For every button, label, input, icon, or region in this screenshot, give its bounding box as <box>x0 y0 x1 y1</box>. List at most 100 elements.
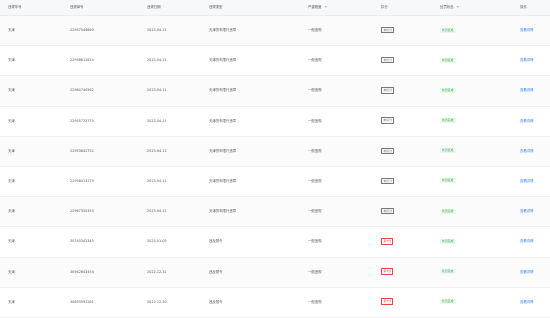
cell-status: 处罚完成 <box>440 288 456 317</box>
cell-date: 2023-04-11 <box>147 209 167 214</box>
view-details-link[interactable]: 查看详情 <box>520 179 534 183</box>
cell-status: 处罚完成 <box>440 46 456 75</box>
cell-type: 天津货车限行违章 <box>209 88 237 93</box>
cell-status: 处罚完成 <box>440 227 456 256</box>
cell-date: 2023-04-11 <box>147 118 167 123</box>
cell-plate: 天津 <box>8 209 15 214</box>
cell-severity: 一般违规 <box>308 299 322 304</box>
cell-severity: 一般违规 <box>308 269 322 274</box>
cell-type: 违反禁令 <box>209 239 223 244</box>
cell-action: 查看详情 <box>520 197 534 226</box>
cell-type: 天津货车限行违章 <box>209 28 237 32</box>
view-details-link[interactable]: 查看详情 <box>520 209 534 213</box>
cell-date: 2023-04-11 <box>147 88 167 93</box>
table-row: 天津 22953842752 2023-04-11 天津货车限行违章 一般违规 未扣分 处罚… <box>0 136 550 167</box>
cell-action: 查看详情 <box>520 46 534 75</box>
view-details-link[interactable]: 查看详情 <box>520 149 534 153</box>
cell-plate: 天津 <box>8 299 15 304</box>
cell-status: 处罚完成 <box>440 16 456 45</box>
points-tag: 未扣分 <box>381 56 395 64</box>
cell-points: 未扣分 <box>381 76 395 105</box>
status-badge: 处罚完成 <box>440 57 456 63</box>
cell-number: 22958612814 <box>70 58 94 63</box>
cell-action: 查看详情 <box>520 107 534 136</box>
cell-plate: 天津 <box>8 28 15 32</box>
cell-action: 查看详情 <box>520 137 534 166</box>
cell-severity: 一般违规 <box>308 209 322 214</box>
status-badge: 处罚完成 <box>440 148 456 154</box>
cell-number: 30740342345 <box>70 239 94 244</box>
cell-date: 2023-04-11 <box>147 58 167 63</box>
cell-type: 天津货车限行违章 <box>209 209 237 214</box>
cell-status: 处罚完成 <box>440 197 456 226</box>
cell-type: 天津货车限行违章 <box>209 118 237 123</box>
table-body: 天津 22957544660 2023-04-11 天津货车限行违章 一般违规 未扣分 处罚… <box>0 16 550 318</box>
table-row: 天津 30893592261 2022-12-30 违反禁令 一般违规 扣3分 处罚完成 查看… <box>0 288 550 318</box>
header-action: 操作 <box>520 5 527 9</box>
status-badge: 处罚完成 <box>440 178 456 184</box>
table-row: 天津 30740342345 2023-01-05 违反禁令 一般违规 扣3分 处罚完成 查看… <box>0 227 550 258</box>
cell-status: 处罚完成 <box>440 107 456 136</box>
filter-icon[interactable] <box>324 6 327 8</box>
cell-plate: 天津 <box>8 88 15 93</box>
cell-points: 未扣分 <box>381 197 395 226</box>
cell-date: 2023-04-11 <box>147 178 167 183</box>
view-details-link[interactable]: 查看详情 <box>520 239 534 243</box>
status-badge: 处罚完成 <box>440 269 456 274</box>
cell-date: 2023-01-05 <box>147 239 167 244</box>
cell-points: 扣3分 <box>381 227 394 256</box>
table-header: 违规车号 违规单号 违规日期 违规类型 严重程度 扣分 处罚状态 操作 <box>0 0 550 16</box>
cell-severity: 一般违规 <box>308 118 322 123</box>
view-details-link[interactable]: 查看详情 <box>520 58 534 62</box>
cell-severity: 一般违规 <box>308 58 322 63</box>
cell-plate: 天津 <box>8 118 15 123</box>
cell-points: 未扣分 <box>381 46 395 75</box>
cell-date: 2022-12-30 <box>147 299 167 304</box>
cell-severity: 一般违规 <box>308 148 322 153</box>
status-badge: 处罚完成 <box>440 87 456 93</box>
cell-number: 22967355353 <box>70 209 94 214</box>
cell-plate: 天津 <box>8 269 15 274</box>
cell-points: 未扣分 <box>381 107 395 136</box>
header-status[interactable]: 处罚状态 <box>440 0 459 15</box>
header-severity-label: 严重程度 <box>308 5 322 9</box>
cell-number: 22955722770 <box>70 118 94 123</box>
cell-date: 2023-04-11 <box>147 28 167 32</box>
cell-number: 22957544660 <box>70 28 94 32</box>
points-tag: 未扣分 <box>381 177 395 185</box>
view-details-link[interactable]: 查看详情 <box>520 28 534 32</box>
cell-plate: 天津 <box>8 178 15 183</box>
header-points: 扣分 <box>381 5 388 9</box>
cell-points: 扣3分 <box>381 258 394 287</box>
cell-severity: 一般违规 <box>308 88 322 93</box>
view-details-link[interactable]: 查看详情 <box>520 119 534 123</box>
cell-points: 未扣分 <box>381 167 395 196</box>
view-details-link[interactable]: 查看详情 <box>520 270 534 274</box>
header-severity[interactable]: 严重程度 <box>308 0 327 15</box>
points-tag: 扣3分 <box>381 298 394 305</box>
status-badge: 处罚完成 <box>440 27 456 33</box>
cell-status: 处罚完成 <box>440 258 456 287</box>
filter-icon[interactable] <box>456 6 459 8</box>
view-details-link[interactable]: 查看详情 <box>520 300 534 304</box>
cell-number: 22964740562 <box>70 88 94 93</box>
cell-points: 扣3分 <box>381 288 394 317</box>
cell-number: 30942843454 <box>70 269 94 274</box>
table-row: 天津 22955722770 2023-04-11 天津货车限行违章 一般违规 未扣分 处罚… <box>0 107 550 137</box>
status-badge: 处罚完成 <box>440 208 456 214</box>
table-row: 天津 22958612814 2023-04-11 天津货车限行违章 一般违规 未扣分 处罚… <box>0 46 550 77</box>
cell-points: 未扣分 <box>381 16 395 45</box>
status-badge: 处罚完成 <box>440 299 456 305</box>
cell-type: 天津货车限行违章 <box>209 148 237 153</box>
cell-status: 处罚完成 <box>440 137 456 166</box>
cell-action: 查看详情 <box>520 16 534 45</box>
cell-number: 22958413279 <box>70 178 94 183</box>
cell-severity: 一般违规 <box>308 239 322 244</box>
cell-type: 天津货车限行违章 <box>209 58 237 63</box>
cell-points: 未扣分 <box>381 137 395 166</box>
cell-status: 处罚完成 <box>440 76 456 105</box>
cell-action: 查看详情 <box>520 167 534 196</box>
view-details-link[interactable]: 查看详情 <box>520 88 534 92</box>
points-tag: 扣3分 <box>381 268 394 275</box>
table-row: 天津 22964740562 2023-04-11 天津货车限行违章 一般违规 未扣分 处罚… <box>0 76 550 107</box>
